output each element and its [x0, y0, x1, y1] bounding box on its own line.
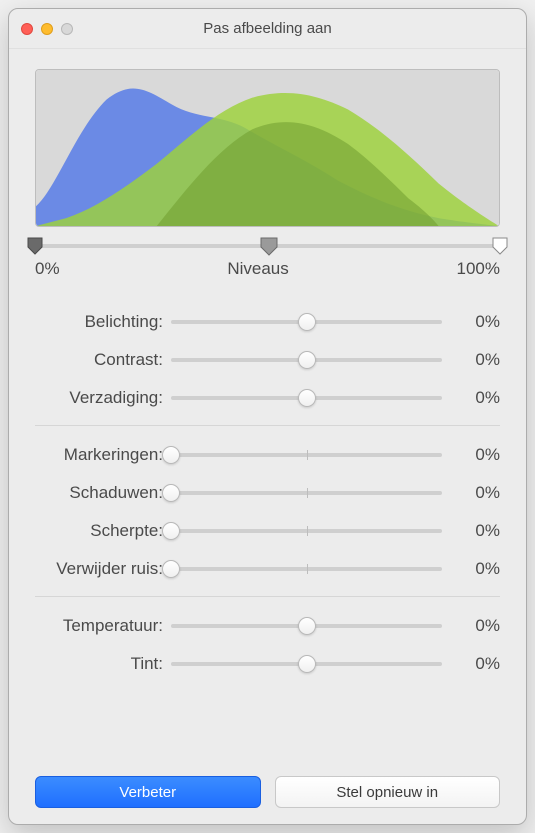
exposure-value: 0% — [442, 312, 500, 332]
exposure-label: Belichting: — [35, 312, 171, 332]
temperature-value: 0% — [442, 616, 500, 636]
denoise-slider-track — [171, 567, 442, 571]
denoise-row: Verwijder ruis: 0% — [35, 550, 500, 588]
sharpness-label: Scherpte: — [35, 521, 171, 541]
sharpness-slider-track — [171, 529, 442, 533]
highlights-slider-thumb[interactable] — [162, 446, 180, 464]
close-window-button[interactable] — [21, 23, 33, 35]
footer-buttons: Verbeter Stel opnieuw in — [35, 756, 500, 808]
group-divider — [35, 425, 500, 426]
highlights-slider-track — [171, 453, 442, 457]
exposure-slider-thumb[interactable] — [298, 313, 316, 331]
contrast-slider-thumb[interactable] — [298, 351, 316, 369]
enhance-button[interactable]: Verbeter — [35, 776, 261, 808]
denoise-label: Verwijder ruis: — [35, 559, 171, 579]
denoise-slider-tick — [307, 564, 308, 574]
levels-midpoint-handle[interactable] — [258, 235, 278, 255]
minimize-window-button[interactable] — [41, 23, 53, 35]
denoise-slider-thumb[interactable] — [162, 560, 180, 578]
sharpness-slider-tick — [307, 526, 308, 536]
levels-white-point-handle[interactable] — [490, 235, 510, 255]
highlights-label: Markeringen: — [35, 445, 171, 465]
saturation-slider-thumb[interactable] — [298, 389, 316, 407]
shadows-row: Schaduwen: 0% — [35, 474, 500, 512]
denoise-value: 0% — [442, 559, 500, 579]
contrast-label: Contrast: — [35, 350, 171, 370]
shadows-slider-tick — [307, 488, 308, 498]
sharpness-row: Scherpte: 0% — [35, 512, 500, 550]
content-area: 0% Niveaus 100% Belichting: 0% Contrast: 0%… — [9, 49, 526, 824]
highlights-slider[interactable] — [171, 445, 442, 465]
tint-value: 0% — [442, 654, 500, 674]
exposure-row: Belichting: 0% — [35, 303, 500, 341]
saturation-slider[interactable] — [171, 388, 442, 408]
shadows-slider[interactable] — [171, 483, 442, 503]
levels-right-label: 100% — [457, 259, 500, 279]
histogram — [35, 69, 500, 227]
group-divider — [35, 596, 500, 597]
temperature-label: Temperatuur: — [35, 616, 171, 636]
contrast-slider[interactable] — [171, 350, 442, 370]
temperature-slider-thumb[interactable] — [298, 617, 316, 635]
saturation-label: Verzadiging: — [35, 388, 171, 408]
temperature-row: Temperatuur: 0% — [35, 607, 500, 645]
highlights-value: 0% — [442, 445, 500, 465]
temperature-slider[interactable] — [171, 616, 442, 636]
tint-slider[interactable] — [171, 654, 442, 674]
levels-center-label: Niveaus — [227, 259, 288, 279]
window-controls — [21, 23, 73, 35]
levels-black-point-handle[interactable] — [25, 235, 45, 255]
shadows-slider-track — [171, 491, 442, 495]
window-title: Pas afbeelding aan — [9, 20, 526, 37]
highlights-row: Markeringen: 0% — [35, 436, 500, 474]
highlights-slider-tick — [307, 450, 308, 460]
levels-slider[interactable] — [35, 235, 500, 255]
shadows-slider-thumb[interactable] — [162, 484, 180, 502]
exposure-slider[interactable] — [171, 312, 442, 332]
tint-label: Tint: — [35, 654, 171, 674]
reset-button[interactable]: Stel opnieuw in — [275, 776, 501, 808]
zoom-window-button[interactable] — [61, 23, 73, 35]
adjust-image-window: Pas afbeelding aan — [8, 8, 527, 825]
levels-labels: 0% Niveaus 100% — [35, 259, 500, 279]
contrast-row: Contrast: 0% — [35, 341, 500, 379]
titlebar: Pas afbeelding aan — [9, 9, 526, 49]
denoise-slider[interactable] — [171, 559, 442, 579]
saturation-value: 0% — [442, 388, 500, 408]
shadows-label: Schaduwen: — [35, 483, 171, 503]
tint-slider-thumb[interactable] — [298, 655, 316, 673]
saturation-row: Verzadiging: 0% — [35, 379, 500, 417]
shadows-value: 0% — [442, 483, 500, 503]
levels-left-label: 0% — [35, 259, 60, 279]
sharpness-slider[interactable] — [171, 521, 442, 541]
contrast-value: 0% — [442, 350, 500, 370]
adjustment-controls: Belichting:0%Contrast:0%Verzadiging:0%Ma… — [35, 303, 500, 683]
tint-row: Tint: 0% — [35, 645, 500, 683]
sharpness-slider-thumb[interactable] — [162, 522, 180, 540]
sharpness-value: 0% — [442, 521, 500, 541]
